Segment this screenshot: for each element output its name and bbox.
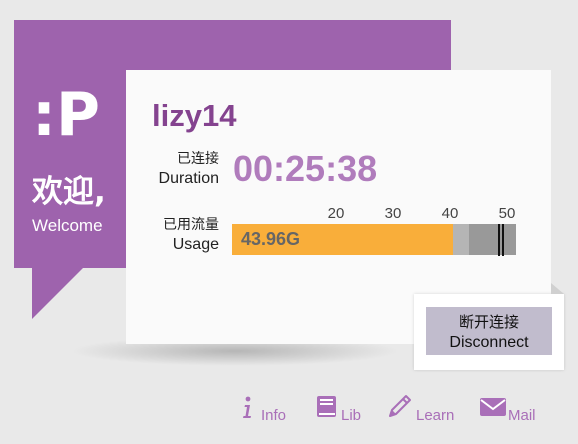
- duration-label-en: Duration: [158, 170, 219, 187]
- info-link[interactable]: Info: [240, 392, 292, 426]
- welcome-text-en: Welcome: [32, 216, 103, 235]
- usage-used-fill: 43.96G: [232, 224, 453, 255]
- usage-tick-label: 20: [327, 205, 345, 222]
- lib-link-label: Lib: [341, 407, 362, 424]
- learn-link-label: Learn: [416, 407, 455, 424]
- usage-label-en: Usage: [172, 236, 219, 253]
- usage-tick-label: 50: [498, 205, 516, 222]
- usage-label: 已用流量 Usage: [163, 216, 219, 254]
- mail-link[interactable]: Mail: [479, 392, 543, 426]
- usage-label-cn: 已用流量: [163, 217, 219, 233]
- mail-link-label: Mail: [508, 407, 536, 424]
- pencil-icon: [389, 395, 411, 417]
- disconnect-button[interactable]: 断开连接 Disconnect: [426, 307, 552, 355]
- disconnect-label-en: Disconnect: [449, 334, 529, 351]
- info-link-label: Info: [261, 407, 287, 424]
- usage-progress-bar: 43.96G: [232, 224, 516, 255]
- mail-icon: [480, 398, 506, 416]
- duration-value: 00:25:38: [233, 148, 378, 189]
- panel-fold-corner: [551, 283, 564, 294]
- duration-label-cn: 已连接: [177, 151, 219, 167]
- duration-label: 已连接 Duration: [159, 150, 219, 188]
- usage-tick-label: 30: [384, 205, 402, 222]
- learn-link[interactable]: Learn: [387, 392, 459, 426]
- info-icon: [243, 396, 251, 418]
- usage-value: 43.96G: [241, 229, 301, 249]
- app-logo: :P: [32, 80, 100, 150]
- usage-limit-marker: [502, 224, 505, 256]
- usage-limit-marker: [498, 224, 501, 256]
- lib-link[interactable]: Lib: [316, 392, 366, 426]
- welcome-text-cn: 欢迎,: [32, 174, 106, 210]
- disconnect-label-cn: 断开连接: [458, 314, 519, 331]
- username: lizy14: [152, 98, 237, 133]
- welcome-bubble-tail: [32, 267, 84, 319]
- usage-tick-label: 40: [441, 205, 459, 222]
- book-icon: [317, 396, 336, 417]
